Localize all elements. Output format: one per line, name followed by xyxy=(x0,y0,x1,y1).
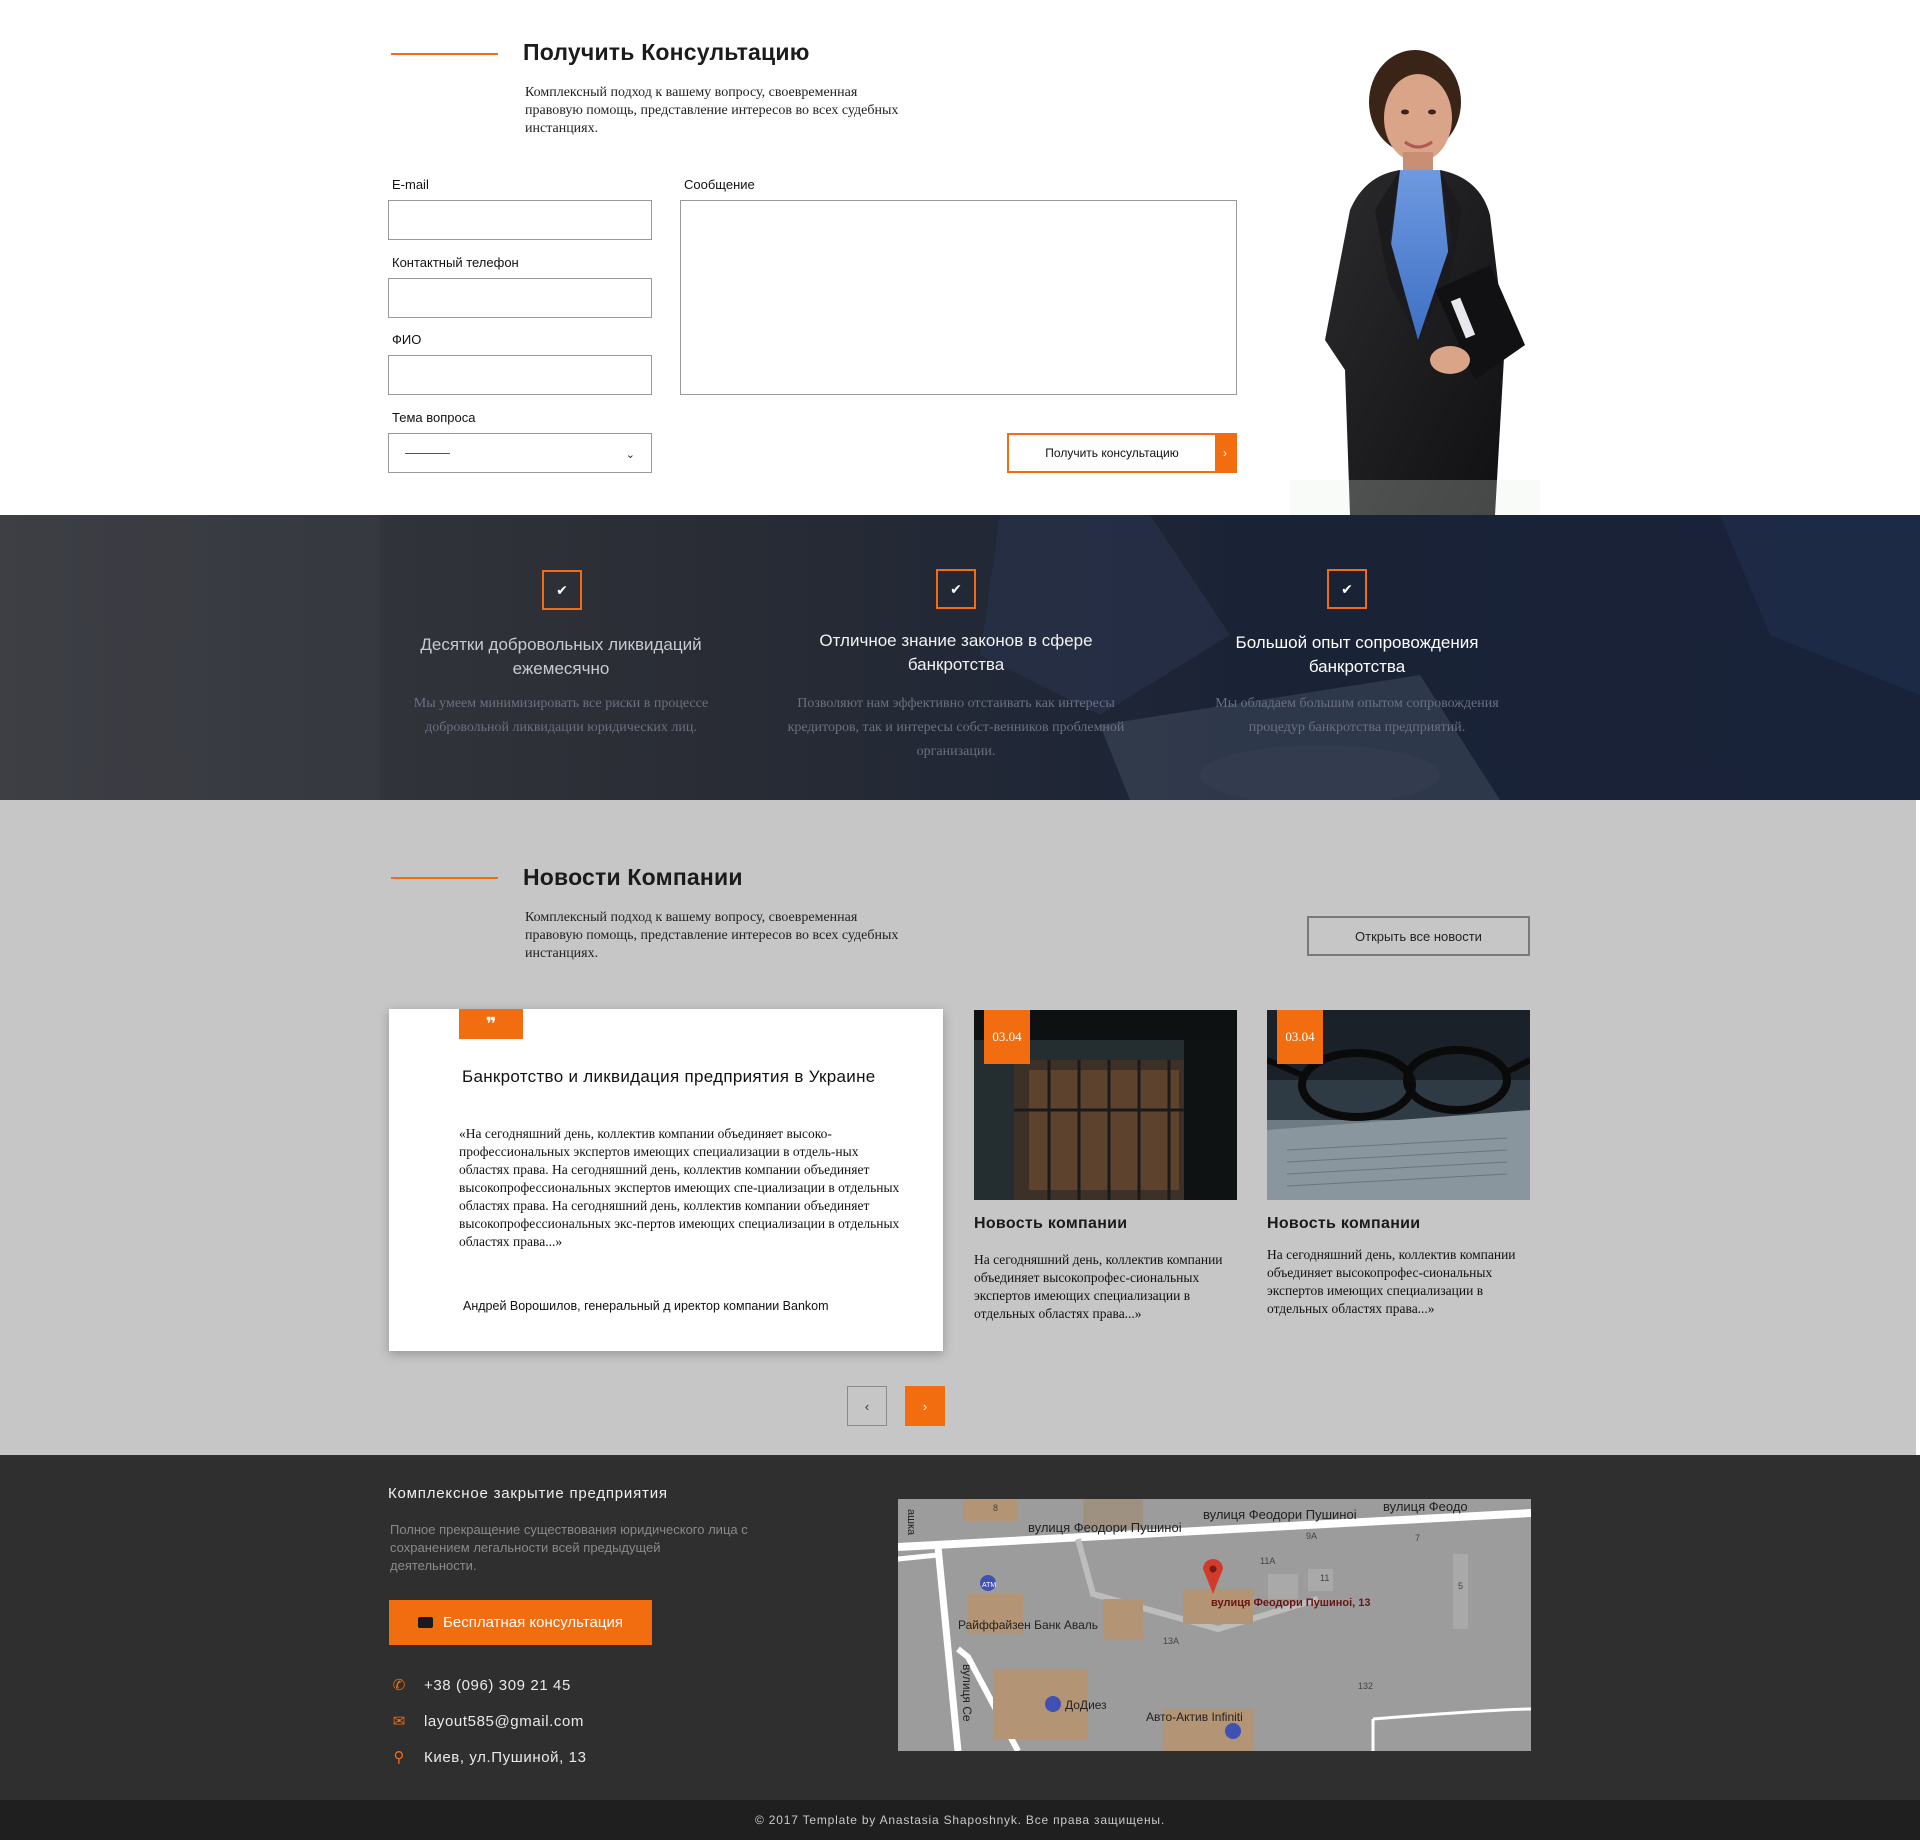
title-accent-line xyxy=(391,877,498,879)
news-next-button[interactable]: › xyxy=(905,1386,945,1426)
check-icon: ✔ xyxy=(1327,569,1367,609)
featured-news-text: «На сегодняшний день, коллектив компании… xyxy=(459,1126,900,1249)
news-date-badge: 03.04 xyxy=(984,1010,1030,1064)
consultant-photo xyxy=(1290,50,1540,515)
feature-3-text: Мы обладаем большим опытом сопровождения… xyxy=(1215,696,1499,735)
map-house-number: 11A xyxy=(1260,1556,1275,1566)
phone-icon: ✆ xyxy=(392,1677,406,1694)
news-card-text: На сегодняшний день, коллектив компании … xyxy=(974,1252,1223,1321)
feature-2-title: Отличное знание законов в сфере банкротс… xyxy=(819,631,1093,674)
check-icon: ✔ xyxy=(936,569,976,609)
map-house-number: 5 xyxy=(1458,1581,1463,1591)
consultation-description: Комплексный подход к вашему вопросу, сво… xyxy=(525,85,899,136)
title-accent-line xyxy=(391,53,498,55)
arrow-right-icon: › xyxy=(1215,435,1235,471)
contact-address: ⚲ Киев, ул.Пушиной, 13 xyxy=(390,1747,587,1767)
feature-2-text: Позволяют нам эффективно отстаивать как … xyxy=(787,696,1125,759)
map-house-number: 132 xyxy=(1358,1681,1373,1691)
contact-phone-text: +38 (096) 309 21 45 xyxy=(424,1676,571,1694)
features-band: ✔ Десятки добровольных ликвидаций ежемес… xyxy=(0,515,1920,800)
message-label: Сообщение xyxy=(684,177,755,192)
map-house-number: 9A xyxy=(1306,1531,1317,1541)
news-card-text: На сегодняшний день, коллектив компании … xyxy=(1267,1247,1516,1316)
email-label: E-mail xyxy=(392,177,429,192)
check-icon: ✔ xyxy=(542,570,582,610)
news-section: Новости Компании Комплексный подход к ва… xyxy=(0,800,1920,1455)
map-house-number: 7 xyxy=(1415,1533,1420,1543)
phone-field[interactable] xyxy=(388,278,652,318)
topic-select[interactable]: ⌄ xyxy=(388,433,652,473)
location-map[interactable]: вулиця Феодори Пушиноі вулиця Феодори Пу… xyxy=(898,1499,1531,1751)
get-consultation-button[interactable]: Получить консультацию › xyxy=(1007,433,1237,473)
feature-1-text: Мы умеем минимизировать все риски в проц… xyxy=(413,696,709,735)
footer: Комплексное закрытие предприятия Полное … xyxy=(0,1455,1920,1800)
section-edge xyxy=(1916,800,1920,1455)
map-house-number: 13A xyxy=(1163,1636,1179,1646)
news-card-title: Новость компании xyxy=(1267,1215,1421,1232)
featured-news-card[interactable]: ❞ Банкротство и ликвидация предприятия в… xyxy=(389,1009,943,1351)
quote-icon: ❞ xyxy=(459,1009,523,1039)
free-consultation-label: Бесплатная консультация xyxy=(443,1614,623,1631)
copyright: © 2017 Template by Anastasia Shaposhnyk.… xyxy=(0,1800,1920,1840)
location-pin-icon: ⚲ xyxy=(393,1749,405,1766)
map-street-label: вулиця Феодори Пушиноі xyxy=(1028,1520,1182,1535)
news-card-title: Новость компании xyxy=(974,1215,1128,1232)
map-shop-label: ДоДиез xyxy=(1065,1698,1107,1712)
envelope-icon: ✉ xyxy=(392,1713,406,1730)
chevron-down-icon: ⌄ xyxy=(625,449,635,461)
map-street-label: вулиця Феодо xyxy=(1383,1499,1468,1514)
news-date-badge: 03.04 xyxy=(1277,1010,1323,1064)
map-atm-label: ATM xyxy=(982,1582,996,1589)
map-pin-label: вулиця Феодори Пушиноі, 13 xyxy=(1211,1597,1371,1609)
map-street-label: вулиця Се xyxy=(960,1664,974,1722)
get-consultation-label: Получить консультацию xyxy=(1045,446,1179,460)
feature-3-title: Большой опыт сопровождения банкротства xyxy=(1235,633,1479,676)
news-prev-button[interactable]: ‹ xyxy=(847,1386,887,1426)
email-field[interactable] xyxy=(388,200,652,240)
contact-email: ✉ layout585@gmail.com xyxy=(390,1711,584,1731)
featured-news-author: Андрей Ворошилов, генеральный д иректор … xyxy=(463,1299,829,1313)
topic-placeholder-dash xyxy=(405,453,450,454)
featured-news-title: Банкротство и ликвидация предприятия в У… xyxy=(462,1067,876,1086)
feature-1-title: Десятки добровольных ликвидаций ежемесяч… xyxy=(420,635,702,678)
contact-phone: ✆ +38 (096) 309 21 45 xyxy=(390,1675,571,1695)
briefcase-icon xyxy=(418,1617,434,1628)
news-title: Новости Компании xyxy=(523,864,743,890)
footer-title: Комплексное закрытие предприятия xyxy=(388,1485,668,1502)
map-house-number: 11 xyxy=(1320,1573,1329,1583)
map-shop-label: Авто-Актив Infiniti xyxy=(1146,1710,1243,1724)
news-description: Комплексный подход к вашему вопросу, сво… xyxy=(525,910,899,961)
name-label: ФИО xyxy=(392,332,422,347)
map-house-number: 8 xyxy=(993,1503,998,1513)
phone-label: Контактный телефон xyxy=(392,255,519,270)
free-consultation-button[interactable]: Бесплатная консультация xyxy=(389,1600,652,1645)
consultation-section: Получить Консультацию Комплексный подход… xyxy=(0,0,1920,515)
consultation-title: Получить Консультацию xyxy=(523,39,810,65)
map-street-label: ашка xyxy=(905,1509,917,1536)
contact-email-text[interactable]: layout585@gmail.com xyxy=(424,1713,584,1730)
map-bank-label: Райффайзен Банк Аваль xyxy=(958,1618,1098,1632)
open-all-news-button[interactable]: Открыть все новости xyxy=(1307,916,1530,956)
message-field[interactable] xyxy=(680,200,1237,395)
topic-label: Тема вопроса xyxy=(392,410,476,425)
contact-address-text: Киев, ул.Пушиной, 13 xyxy=(424,1748,587,1766)
name-field[interactable] xyxy=(388,355,652,395)
footer-description: Полное прекращение существования юридиче… xyxy=(390,1522,748,1573)
map-street-label: вулиця Феодори Пушиноі xyxy=(1203,1507,1357,1522)
